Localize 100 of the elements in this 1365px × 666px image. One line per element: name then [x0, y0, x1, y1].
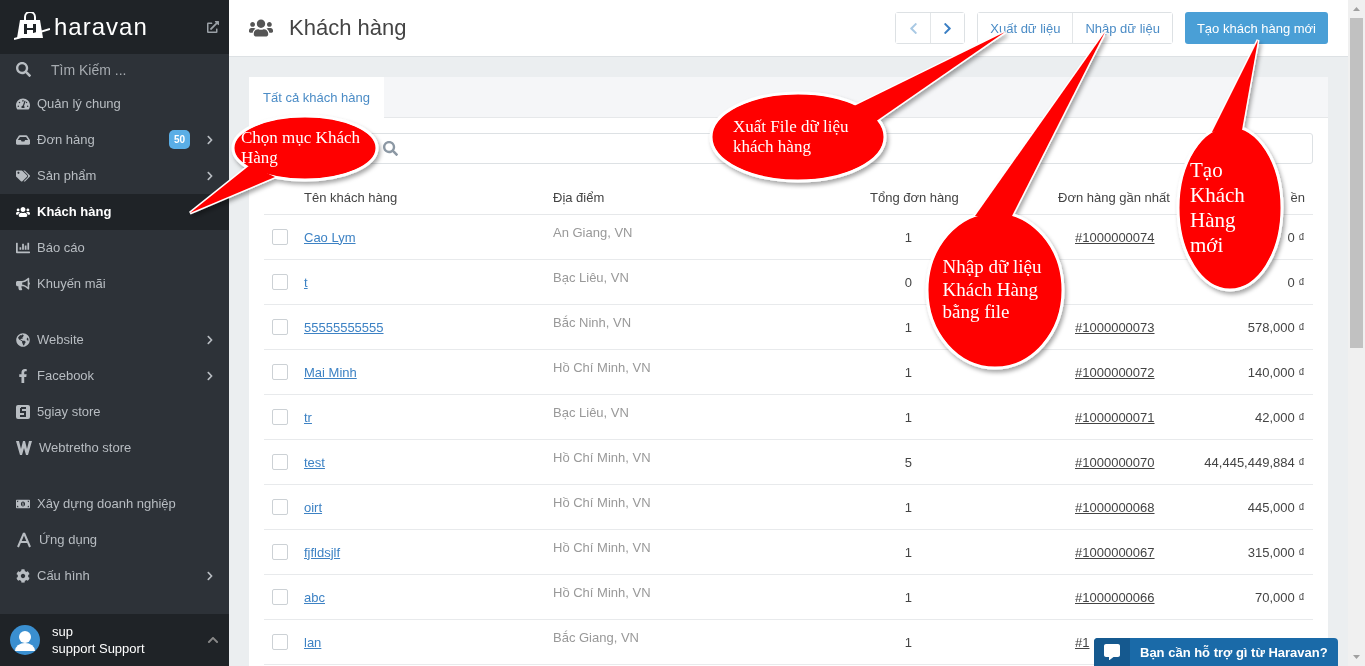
column-header: Địa điểm [553, 190, 605, 205]
tab[interactable]: Tất cả khách hàng [249, 77, 384, 118]
square-icon [16, 404, 30, 419]
order-link[interactable]: #1000000071 [1075, 409, 1155, 425]
nav-item[interactable]: Quản lý chung [0, 85, 229, 122]
customer-link[interactable]: 55555555555 [304, 319, 384, 335]
order-link[interactable]: #1000000072 [1075, 364, 1155, 380]
amount-text: 44,445,449,884 ₫ [1204, 454, 1305, 470]
external-link-icon[interactable] [207, 21, 219, 34]
search-icon [383, 141, 398, 156]
order-link[interactable]: #1000000067 [1075, 544, 1155, 560]
row-checkbox[interactable] [272, 544, 288, 560]
order-count: 1 [904, 634, 912, 650]
chat-toast[interactable]: Bạn cần hỗ trợ gì từ Haravan? [1094, 638, 1338, 666]
order-count: 1 [904, 544, 912, 560]
nav-label: Facebook [37, 368, 96, 383]
nav-item[interactable]: Xây dựng doanh nghiệp [0, 485, 229, 522]
location-text: Bắc Ninh, VN [553, 315, 632, 330]
location-text: Bạc Liêu, VN [553, 405, 629, 420]
row-checkbox[interactable] [272, 319, 288, 335]
amount-text: 42,000 ₫ [1254, 409, 1305, 425]
customer-link[interactable]: Mai Minh [304, 364, 357, 380]
nav-label: Xây dựng doanh nghiệp [37, 496, 177, 511]
nav-label: Ứng dụng [39, 532, 99, 547]
amount-text: 0 ₫ [1287, 274, 1305, 290]
customer-link[interactable]: test [304, 454, 325, 470]
row-checkbox[interactable] [272, 364, 288, 380]
order-count: 5 [904, 454, 912, 470]
shopping-bag-logo-icon [14, 12, 50, 43]
user-name: sup [52, 623, 74, 639]
count-badge: 50 [168, 130, 190, 149]
customer-link[interactable]: fjfldsjlf [304, 544, 341, 560]
row-checkbox[interactable] [272, 229, 288, 245]
row-checkbox[interactable] [272, 454, 288, 470]
location-text: Bạc Liêu, VN [553, 270, 629, 285]
customer-link[interactable]: tr [304, 409, 312, 425]
nav-item[interactable]: Báo cáo [0, 229, 229, 266]
nav-item[interactable]: 5giay store [0, 393, 229, 430]
brand-name: haravan [54, 13, 149, 42]
column-header: Đơn hàng gần nhất [1058, 190, 1170, 205]
scrollbar[interactable] [1348, 0, 1365, 666]
settings-icon [16, 568, 30, 583]
order-link[interactable]: #1000000066 [1075, 589, 1155, 605]
row-checkbox[interactable] [272, 274, 288, 290]
search-icon [16, 62, 31, 78]
column-header: Tổng đơn hàng [870, 190, 959, 205]
nav-item[interactable]: Sản phẩm [0, 157, 229, 194]
customer-link[interactable]: t [304, 274, 308, 290]
nav-label: Cấu hình [37, 568, 91, 583]
nav-item[interactable]: Khách hàng [0, 193, 229, 230]
page-title: Khách hàng [289, 15, 408, 41]
amount-text: 70,000 ₫ [1254, 589, 1305, 605]
customer-link[interactable]: Cao Lym [304, 229, 356, 245]
next-button[interactable] [930, 13, 965, 43]
globe-icon [16, 332, 30, 347]
inbox-icon [16, 132, 30, 147]
order-count: 1 [904, 319, 912, 335]
nav-item[interactable]: Facebook [0, 357, 229, 394]
customer-link[interactable]: lan [304, 634, 322, 650]
location-text: Hồ Chí Minh, VN [553, 360, 651, 375]
search-field[interactable]: Tìm Kiếm ... [49, 60, 203, 79]
nav-item[interactable]: Ứng dụng [0, 521, 229, 558]
amount-text: 315,000 ₫ [1247, 544, 1305, 560]
callout-tooltip-text: Nhập dữ liệu Khách Hàng bằng file [942, 255, 1043, 325]
nav-label: Website [37, 332, 85, 347]
order-count: 1 [904, 589, 912, 605]
nav-item[interactable]: Website [0, 321, 229, 358]
nav-label: Khách hàng [37, 204, 113, 219]
facebook-icon [16, 368, 30, 383]
order-count: 0 [904, 274, 912, 290]
order-link[interactable]: #1000000068 [1075, 499, 1155, 515]
location-text: Hồ Chí Minh, VN [553, 540, 651, 555]
row-checkbox[interactable] [272, 499, 288, 515]
users-icon [16, 204, 30, 219]
megaphone-icon [16, 276, 30, 291]
nav-label: 5giay store [37, 404, 102, 419]
column-header: Tên khách hàng [304, 190, 398, 205]
nav-item[interactable]: Webtretho store [0, 429, 229, 466]
customer-link[interactable]: oirt [304, 499, 323, 515]
chat-text: Bạn cần hỗ trợ gì từ Haravan? [1140, 644, 1328, 660]
nav-item[interactable]: Đơn hàng 50 [0, 121, 229, 158]
amount-text: 0 ₫ [1287, 229, 1305, 245]
row-checkbox[interactable] [272, 589, 288, 605]
nav-label: Đơn hàng [37, 132, 96, 147]
amount-text: 140,000 ₫ [1247, 364, 1305, 380]
location-text: Hồ Chí Minh, VN [553, 495, 651, 510]
order-link[interactable]: #1000000074 [1075, 229, 1155, 245]
order-link[interactable]: #1 [1075, 634, 1090, 650]
action-button[interactable]: Nhập dữ liệu [1072, 13, 1172, 43]
row-checkbox[interactable] [272, 409, 288, 425]
nav-label: Sản phẩm [37, 168, 98, 183]
nav-item[interactable]: Khuyến mãi [0, 265, 229, 302]
order-link[interactable]: #1000000070 [1075, 454, 1155, 470]
order-link[interactable]: #1000000073 [1075, 319, 1155, 335]
nav-label: Khuyến mãi [37, 276, 107, 291]
column-header: ền [1290, 190, 1305, 205]
customer-link[interactable]: abc [304, 589, 325, 605]
nav-item[interactable]: Cấu hình [0, 557, 229, 594]
tags-icon [16, 168, 30, 183]
row-checkbox[interactable] [272, 634, 288, 650]
